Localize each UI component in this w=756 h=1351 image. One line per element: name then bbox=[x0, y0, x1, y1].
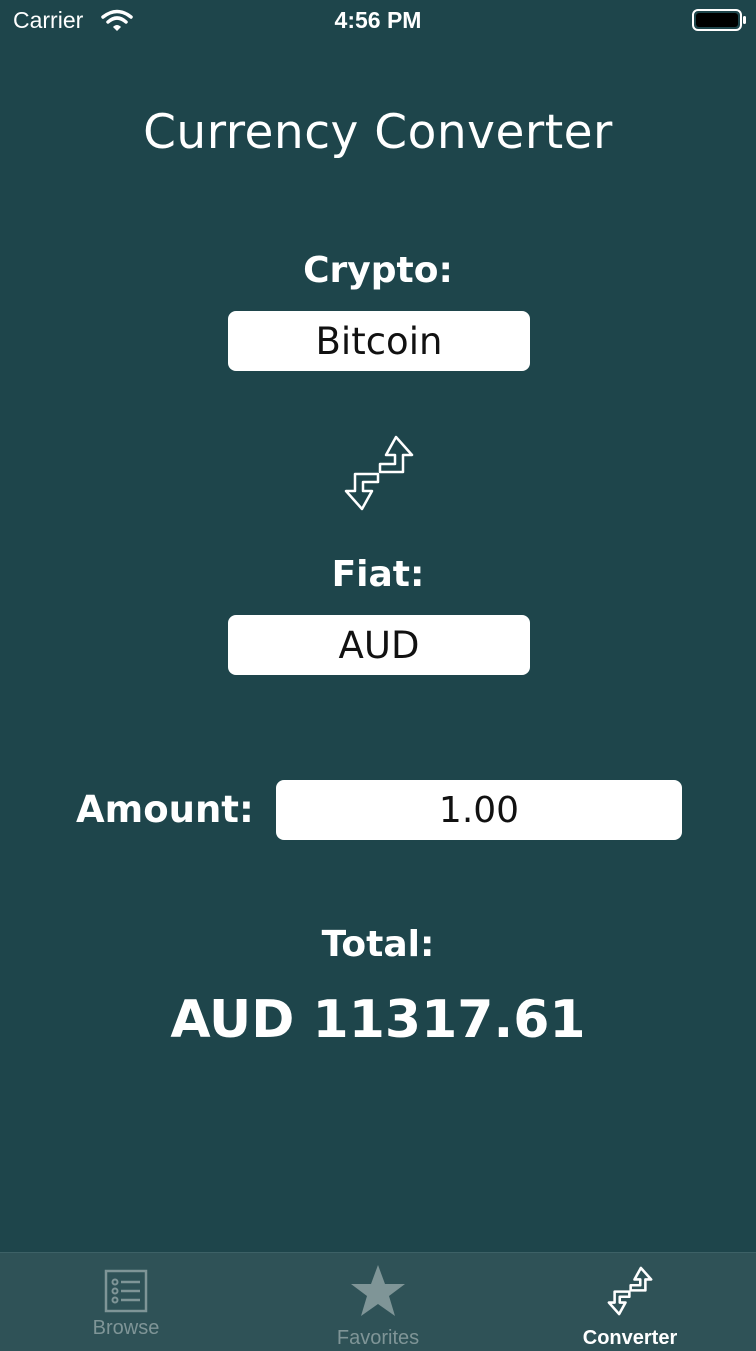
tab-browse[interactable]: Browse bbox=[0, 1253, 252, 1351]
fiat-selector[interactable]: AUD bbox=[228, 615, 530, 675]
tab-converter-label: Converter bbox=[582, 1327, 678, 1349]
tab-favorites-label: Favorites bbox=[336, 1327, 420, 1349]
fiat-selector-value: AUD bbox=[338, 623, 420, 667]
crypto-selector[interactable]: Bitcoin bbox=[228, 311, 530, 371]
swap-arrows-icon bbox=[607, 1266, 653, 1316]
total-label: Total: bbox=[321, 924, 435, 965]
tab-converter[interactable]: Converter bbox=[504, 1253, 756, 1351]
amount-label: Amount: bbox=[76, 788, 254, 831]
status-time: 4:56 PM bbox=[334, 7, 422, 33]
fiat-label: Fiat: bbox=[331, 554, 425, 595]
tab-favorites[interactable]: Favorites bbox=[252, 1253, 504, 1351]
status-bar: Carrier 4:56 PM bbox=[0, 0, 756, 40]
tab-browse-label: Browse bbox=[92, 1317, 160, 1339]
battery-icon bbox=[692, 9, 746, 31]
crypto-label: Crypto: bbox=[303, 250, 453, 291]
list-icon bbox=[104, 1269, 148, 1313]
tab-bar: Browse Favorites Converter bbox=[0, 1252, 756, 1351]
page-title: Currency Converter bbox=[143, 105, 613, 160]
total-value: AUD 11317.61 bbox=[170, 990, 586, 1050]
crypto-selector-value: Bitcoin bbox=[315, 319, 443, 363]
star-icon bbox=[351, 1265, 405, 1316]
swap-arrows-icon[interactable] bbox=[340, 434, 418, 512]
amount-input[interactable] bbox=[276, 780, 682, 840]
